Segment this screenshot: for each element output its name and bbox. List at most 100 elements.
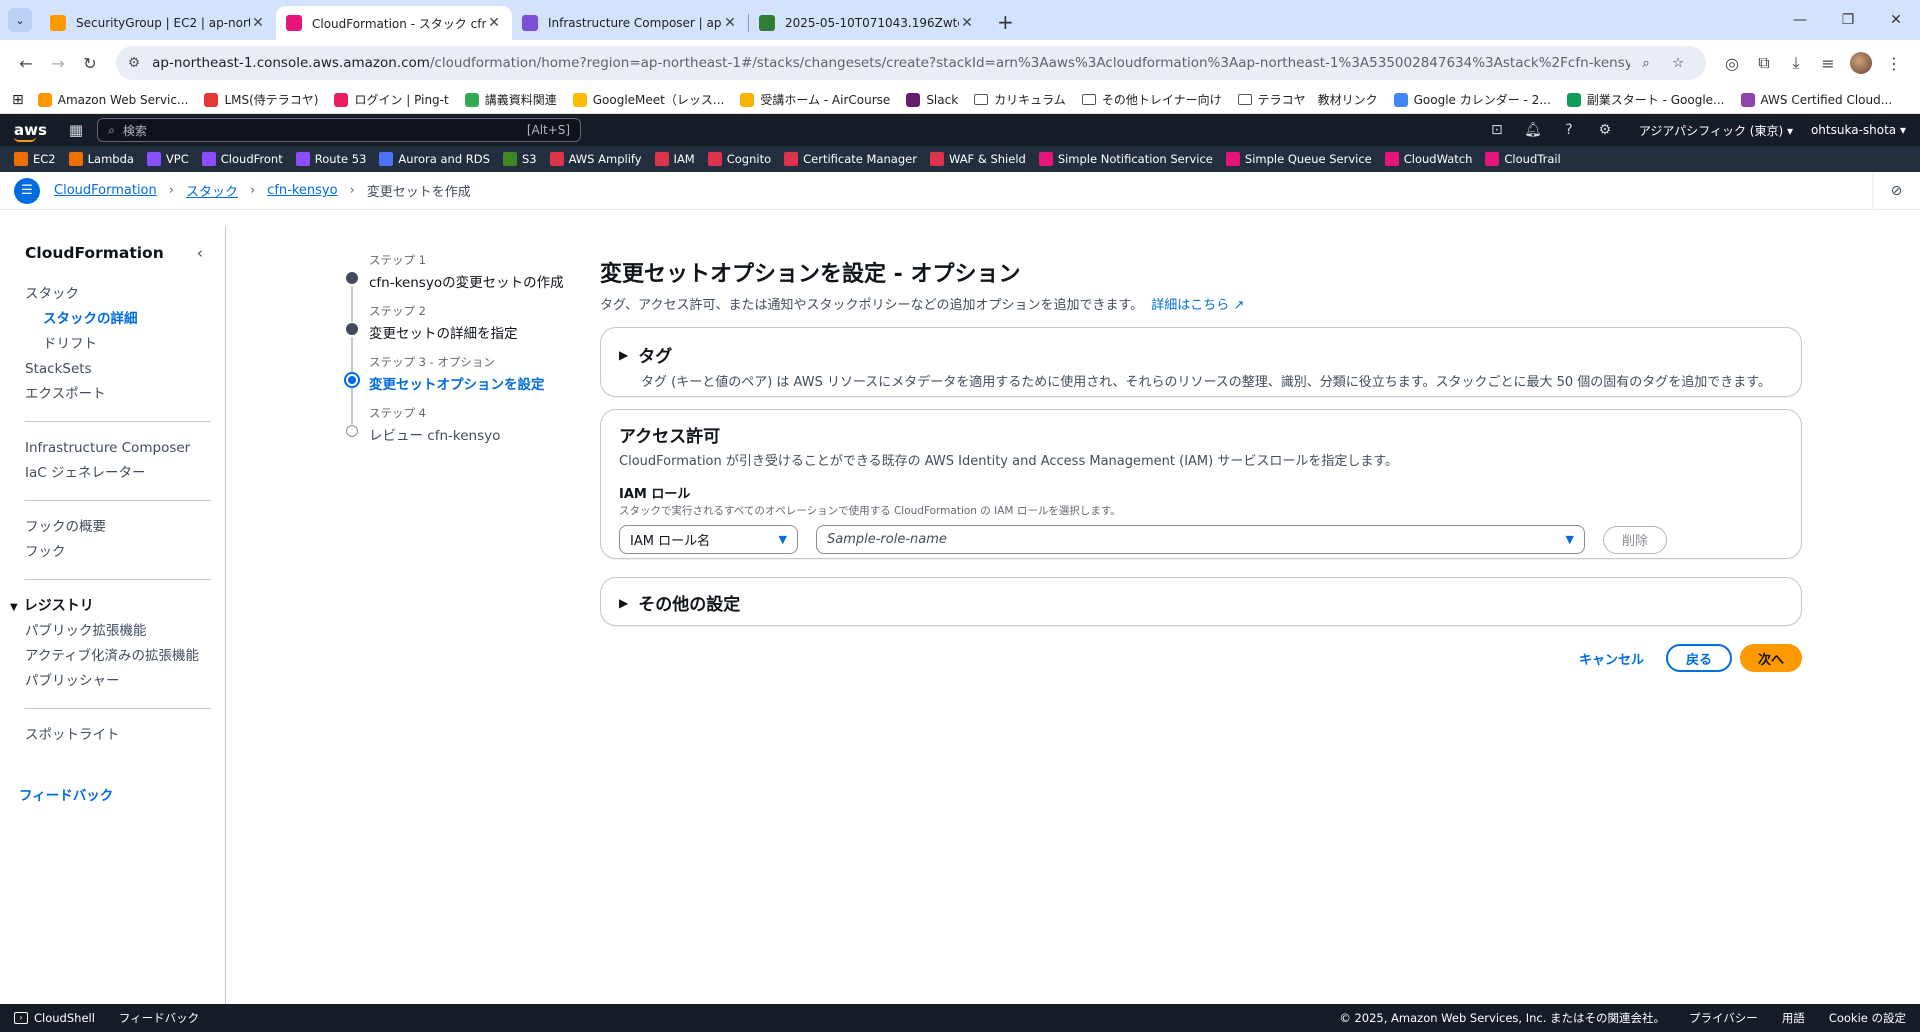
cookie-settings-link[interactable]: Cookie の設定 <box>1829 1010 1906 1026</box>
bookmark-item[interactable]: ログイン | Ping-t <box>334 91 449 108</box>
region-selector[interactable]: アジアパシフィック (東京) ▾ <box>1639 122 1793 139</box>
back-arrow-icon[interactable]: ← <box>10 47 42 79</box>
bookmark-item[interactable]: Slack <box>906 92 958 107</box>
browser-tab[interactable]: SecurityGroup | EC2 | ap-northe ✕ <box>40 6 276 40</box>
service-link-sqs[interactable]: Simple Queue Service <box>1225 152 1372 166</box>
collapse-chevron-left-icon[interactable]: ‹ <box>197 244 203 262</box>
reading-list-icon[interactable]: ≡ <box>1812 47 1844 79</box>
back-button[interactable]: 戻る <box>1665 644 1732 672</box>
site-info-icon[interactable]: ⚙ <box>128 55 140 71</box>
zoom-icon[interactable]: ⌕ <box>1630 55 1662 71</box>
service-link-cognito[interactable]: Cognito <box>707 152 771 166</box>
bookmark-item[interactable]: 受講ホーム - AirCourse <box>740 91 890 108</box>
new-tab-icon[interactable]: + <box>997 10 1014 34</box>
extensions-icon[interactable]: ⧉ <box>1748 47 1780 79</box>
remove-button[interactable]: 削除 <box>1603 525 1667 554</box>
service-link-iam[interactable]: IAM <box>654 152 695 166</box>
wizard-step[interactable]: ステップ 1 cfn-kensyoの変更セットの作成 <box>346 252 566 322</box>
services-grid-icon[interactable]: ▦ <box>69 121 83 139</box>
close-window-icon[interactable]: ✕ <box>1872 0 1920 40</box>
browser-tab[interactable]: 2025-05-10T071043.196Zwte-cfr ✕ <box>749 6 985 40</box>
next-button[interactable]: 次へ <box>1739 644 1802 672</box>
sidenav-item-stacksets[interactable]: StackSets <box>25 357 225 382</box>
menu-hamburger-icon[interactable]: ☰ <box>14 177 40 204</box>
service-link-lambda[interactable]: Lambda <box>68 152 134 166</box>
breadcrumb-stack-name[interactable]: cfn-kensyo <box>267 183 337 198</box>
forward-arrow-icon[interactable]: → <box>42 47 74 79</box>
close-tab-icon[interactable]: ✕ <box>722 15 738 31</box>
bookmark-item[interactable]: Google カレンダー - 2... <box>1393 91 1551 108</box>
bookmark-item[interactable]: GoogleMeet（レッス... <box>572 91 724 108</box>
sidenav-item-spotlight[interactable]: スポットライト <box>25 723 225 748</box>
screenshot-icon[interactable]: ◎ <box>1716 47 1748 79</box>
service-link-waf[interactable]: WAF & Shield <box>929 152 1026 166</box>
sidenav-item-public-extensions[interactable]: パブリック拡張機能 <box>25 619 225 644</box>
service-link-acm[interactable]: Certificate Manager <box>784 152 917 166</box>
reload-icon[interactable]: ↻ <box>74 47 106 79</box>
sidenav-title[interactable]: CloudFormation <box>25 244 164 262</box>
tab-search-chevron-icon[interactable]: ⌄ <box>8 8 32 32</box>
iam-role-type-select[interactable]: IAM ロール名 ▼ <box>619 525 798 554</box>
sidenav-item-iac-generator[interactable]: IaC ジェネレーター <box>25 461 225 486</box>
sidenav-section-registry[interactable]: ▼ レジストリ <box>10 594 225 619</box>
cloudshell-button[interactable]: › CloudShell <box>14 1011 95 1025</box>
help-icon[interactable]: ? <box>1551 122 1587 138</box>
sidenav-item-stack-detail[interactable]: スタックの詳細 <box>25 307 225 332</box>
minimize-icon[interactable]: — <box>1776 0 1824 40</box>
breadcrumb-cloudformation[interactable]: CloudFormation <box>54 183 157 198</box>
browser-menu-icon[interactable]: ⋮ <box>1878 47 1910 79</box>
bookmark-item[interactable]: LMS(侍テラコヤ) <box>204 91 318 108</box>
close-tab-icon[interactable]: ✕ <box>250 15 266 31</box>
aws-search-input[interactable]: ⌕ 検索 [Alt+S] <box>97 118 582 142</box>
sidenav-item-stacks[interactable]: スタック <box>25 282 225 307</box>
bookmark-item[interactable]: 副業スタート - Google... <box>1566 91 1725 108</box>
bookmark-item[interactable]: 講義資料関連 <box>464 91 557 108</box>
additional-settings-expander[interactable]: ▶ その他の設定 <box>619 590 1783 615</box>
sidenav-feedback-link[interactable]: フィードバック <box>19 784 225 804</box>
aws-logo[interactable]: aws <box>14 121 47 142</box>
service-link-ec2[interactable]: EC2 <box>14 152 56 166</box>
iam-role-name-select[interactable]: Sample-role-name ▼ <box>816 525 1585 554</box>
close-tab-icon[interactable]: ✕ <box>486 15 502 31</box>
browser-tab[interactable]: Infrastructure Composer | ap-no ✕ <box>512 6 748 40</box>
tools-panel-icon[interactable]: ⊘ <box>1872 171 1920 210</box>
sidenav-item-exports[interactable]: エクスポート <box>25 382 225 407</box>
cancel-button[interactable]: キャンセル <box>1579 649 1644 668</box>
bookmark-folder[interactable]: カリキュラム <box>974 91 1066 108</box>
bookmark-item[interactable]: AWS Certified Cloud... <box>1740 92 1892 107</box>
bookmark-star-icon[interactable]: ☆ <box>1662 55 1694 71</box>
sidenav-item-composer[interactable]: Infrastructure Composer <box>25 436 225 461</box>
service-link-vpc[interactable]: VPC <box>146 152 189 166</box>
apps-grid-icon[interactable]: ⊞ <box>12 92 24 108</box>
service-link-cloudtrail[interactable]: CloudTrail <box>1485 152 1561 166</box>
bell-icon[interactable]: 🔔︎ <box>1515 122 1551 138</box>
tags-expander[interactable]: ▶ タグ <box>619 342 1783 367</box>
sidenav-item-drift[interactable]: ドリフト <box>25 332 225 357</box>
service-link-cloudwatch[interactable]: CloudWatch <box>1384 152 1472 166</box>
learn-more-link[interactable]: 詳細はこちら ↗ <box>1151 298 1244 313</box>
terms-link[interactable]: 用語 <box>1782 1010 1805 1026</box>
bookmark-item[interactable]: Amazon Web Servic... <box>37 92 188 107</box>
bookmark-folder[interactable]: その他トレイナー向け <box>1081 91 1222 108</box>
address-bar[interactable]: ⚙ ap-northeast-1.console.aws.amazon.com/… <box>116 46 1706 80</box>
sidenav-item-activated-extensions[interactable]: アクティブ化済みの拡張機能 <box>25 644 225 669</box>
cloudshell-icon[interactable]: ⊡ <box>1479 122 1515 138</box>
footer-feedback-link[interactable]: フィードバック <box>119 1010 199 1026</box>
bookmark-folder[interactable]: テラコヤ 教材リンク <box>1237 91 1378 108</box>
sidenav-item-hooks-overview[interactable]: フックの概要 <box>25 515 225 540</box>
service-link-amplify[interactable]: AWS Amplify <box>549 152 642 166</box>
sidenav-item-hooks[interactable]: フック <box>25 540 225 565</box>
wizard-step[interactable]: ステップ 2 変更セットの詳細を指定 <box>346 303 566 373</box>
close-tab-icon[interactable]: ✕ <box>959 15 975 31</box>
privacy-link[interactable]: プライバシー <box>1689 1010 1758 1026</box>
service-link-s3[interactable]: S3 <box>502 152 537 166</box>
sidenav-item-publisher[interactable]: パブリッシャー <box>25 669 225 694</box>
service-link-cloudfront[interactable]: CloudFront <box>201 152 283 166</box>
restore-icon[interactable]: ❐ <box>1824 0 1872 40</box>
account-menu[interactable]: ohtsuka-shota ▾ <box>1811 123 1906 137</box>
service-link-route53[interactable]: Route 53 <box>295 152 366 166</box>
download-icon[interactable]: ⤓ <box>1780 47 1812 79</box>
service-link-sns[interactable]: Simple Notification Service <box>1038 152 1213 166</box>
service-link-rds[interactable]: Aurora and RDS <box>379 152 490 166</box>
gear-icon[interactable]: ⚙ <box>1587 122 1623 138</box>
